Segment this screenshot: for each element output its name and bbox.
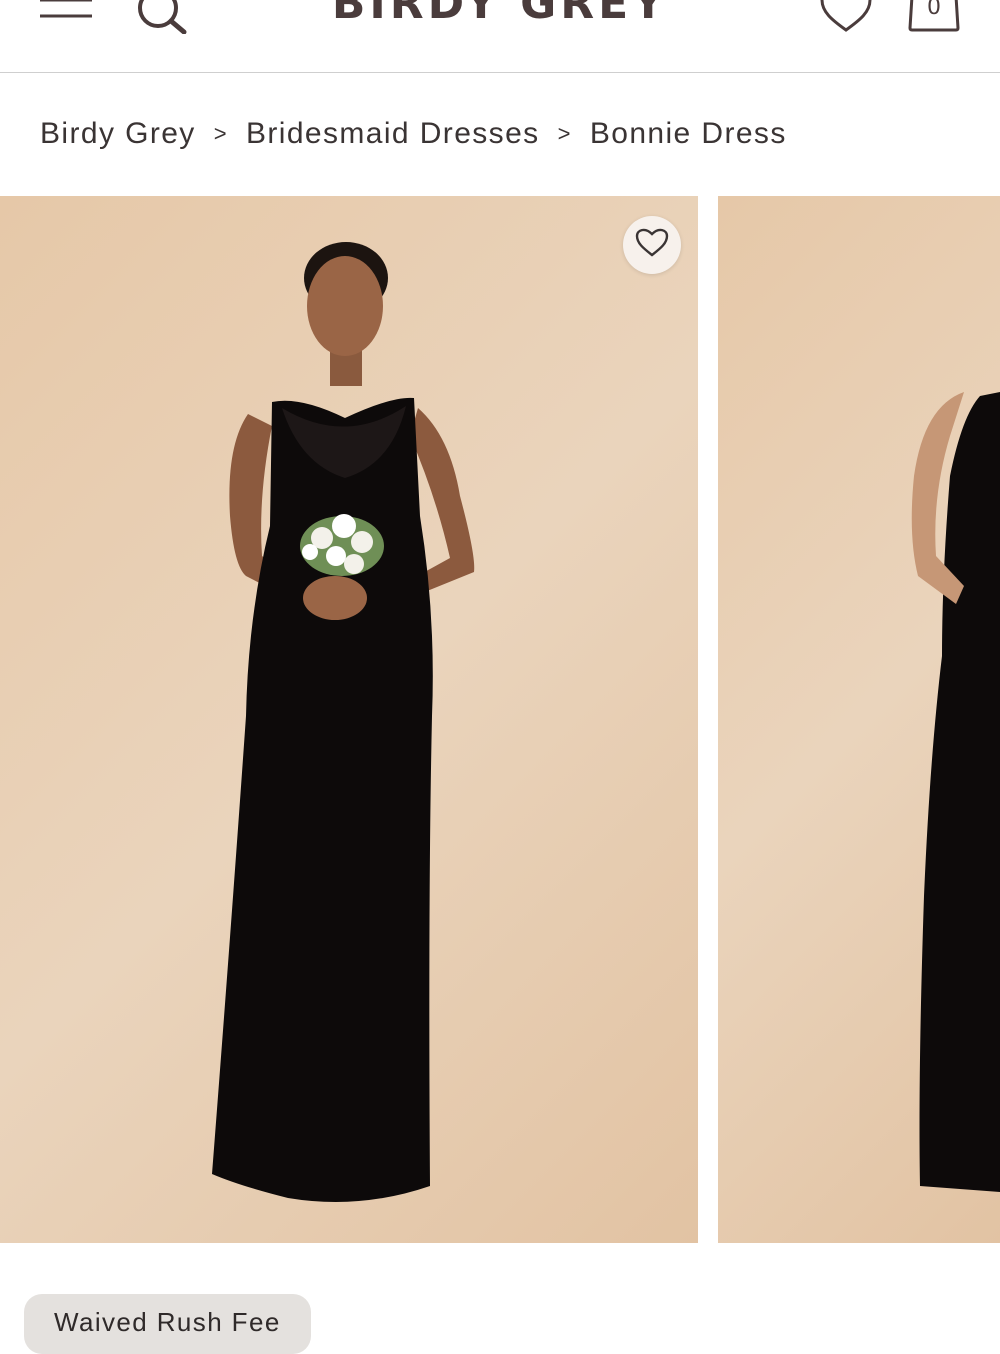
hamburger-menu-icon[interactable] [40,0,94,24]
heart-outline-icon [635,228,669,262]
cart-count: 0 [927,0,941,20]
breadcrumb: Birdy Grey > Bridesmaid Dresses > Bonnie… [40,112,787,156]
site-header: BIRDY GREY 0 [0,0,1000,73]
breadcrumb-separator: > [557,121,572,146]
breadcrumb-separator: > [213,121,228,146]
breadcrumb-item-current: Bonnie Dress [589,117,787,150]
product-image-gallery[interactable] [0,196,1000,1243]
brand-logo[interactable]: BIRDY GREY [300,0,700,30]
breadcrumb-item-category[interactable]: Bridesmaid Dresses [246,117,540,151]
heart-outline-icon[interactable] [818,0,874,32]
product-image-back[interactable] [718,196,1000,1243]
waived-rush-fee-badge: Waived Rush Fee [24,1294,311,1354]
breadcrumb-item-home[interactable]: Birdy Grey [40,117,196,151]
product-image-front[interactable] [0,196,698,1243]
search-icon[interactable] [134,0,190,35]
favorite-button[interactable] [623,216,681,274]
